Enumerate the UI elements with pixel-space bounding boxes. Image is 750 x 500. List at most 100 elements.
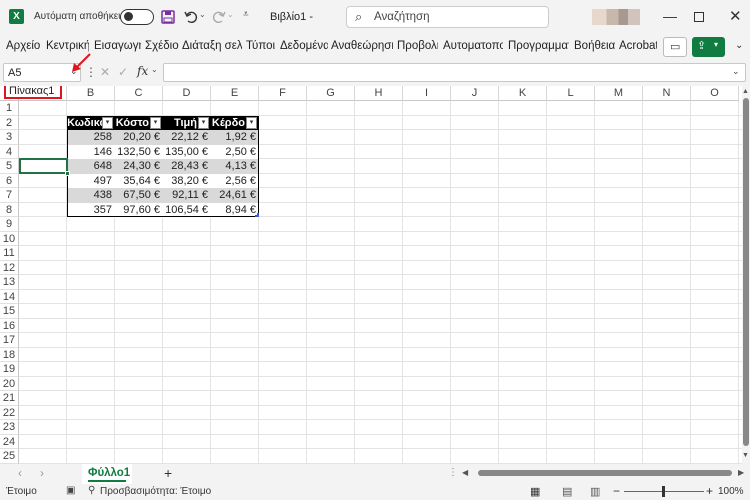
column-header-d[interactable]: D <box>163 86 211 101</box>
accessibility-icon[interactable]: ⚲ <box>88 485 95 496</box>
zoom-slider[interactable] <box>624 486 704 497</box>
row-header-21[interactable]: 21 <box>0 391 19 406</box>
table-cell[interactable]: 4,13 € <box>211 159 259 174</box>
row-header-2[interactable]: 2 <box>0 115 19 130</box>
row-header-5[interactable]: 5 <box>0 159 19 174</box>
comments-button[interactable]: ▭ <box>663 37 687 57</box>
tab-developer[interactable]: Προγραμματ <box>508 40 569 52</box>
table-cell[interactable]: 2,56 € <box>211 173 259 189</box>
column-header-n[interactable]: N <box>643 86 691 101</box>
avatar[interactable] <box>592 9 640 25</box>
tab-split-handle[interactable]: ⋮ <box>448 467 458 478</box>
normal-view-icon[interactable]: ▦ <box>530 485 540 498</box>
table-cell[interactable]: 35,64 € <box>115 173 163 189</box>
redo-dropdown-icon[interactable]: ⌄ <box>227 10 234 19</box>
sheet-tab-active[interactable]: Φύλλο1 <box>82 464 132 484</box>
filter-dropdown-icon[interactable]: ▾ <box>150 116 161 129</box>
undo-dropdown-icon[interactable]: ⌄ <box>199 10 206 19</box>
vertical-scroll-thumb[interactable] <box>743 98 749 446</box>
row-header-20[interactable]: 20 <box>0 376 19 391</box>
table-cell[interactable]: 8,94 € <box>211 202 259 218</box>
row-header-1[interactable]: 1 <box>0 101 19 116</box>
table-cell[interactable]: 497 <box>67 173 115 189</box>
hscroll-right-icon[interactable]: ▶ <box>738 468 744 477</box>
fx-dropdown-icon[interactable]: ⌄ <box>151 65 158 74</box>
table-cell[interactable]: 97,60 € <box>115 202 163 218</box>
cancel-icon[interactable]: ✕ <box>100 65 110 79</box>
filter-dropdown-icon[interactable]: ▾ <box>246 116 257 129</box>
column-header-o[interactable]: O <box>691 86 739 101</box>
formula-expand-icon[interactable]: ⌄ <box>732 66 740 77</box>
zoom-in-icon[interactable]: + <box>706 484 713 498</box>
search-box[interactable]: ⌕ Αναζήτηση <box>346 6 549 28</box>
save-icon[interactable] <box>160 9 175 24</box>
row-header-4[interactable]: 4 <box>0 144 19 159</box>
tab-insert[interactable]: Εισαγωγή <box>94 40 141 52</box>
tab-review[interactable]: Αναθεώρηση <box>331 40 393 52</box>
tab-home[interactable]: Κεντρική <box>46 40 89 52</box>
table-cell[interactable]: 20,20 € <box>115 130 163 145</box>
row-header-14[interactable]: 14 <box>0 289 19 304</box>
column-header-j[interactable]: J <box>451 86 499 101</box>
tab-automate[interactable]: Αυτοματοποι <box>443 40 503 52</box>
tab-data[interactable]: Δεδομένα <box>280 40 328 52</box>
undo-icon[interactable] <box>183 9 198 24</box>
row-header-22[interactable]: 22 <box>0 405 19 420</box>
table-cell[interactable]: 24,30 € <box>115 159 163 174</box>
tab-view[interactable]: Προβολή <box>397 40 438 52</box>
autosave-toggle[interactable] <box>120 9 154 25</box>
column-header-c[interactable]: C <box>115 86 163 101</box>
row-header-15[interactable]: 15 <box>0 304 19 319</box>
row-header-23[interactable]: 23 <box>0 420 19 435</box>
table-cell[interactable]: 22,12 € <box>163 130 211 145</box>
table-cell[interactable]: 67,50 € <box>115 188 163 203</box>
row-header-18[interactable]: 18 <box>0 347 19 362</box>
row-header-19[interactable]: 19 <box>0 362 19 377</box>
table-cell[interactable]: 106,54 € <box>163 202 211 218</box>
table-cell[interactable]: 438 <box>67 188 115 203</box>
column-header-k[interactable]: K <box>499 86 547 101</box>
row-header-3[interactable]: 3 <box>0 130 19 145</box>
table-cell[interactable]: 146 <box>67 144 115 160</box>
table-cell[interactable]: 28,43 € <box>163 159 211 174</box>
column-header-e[interactable]: E <box>211 86 259 101</box>
tab-page-layout[interactable]: Διάταξη σελί <box>182 40 242 52</box>
tab-acrobat[interactable]: Acrobat <box>619 40 657 52</box>
tab-file[interactable]: Αρχείο <box>6 40 42 52</box>
hscroll-left-icon[interactable]: ◀ <box>462 468 468 477</box>
enter-icon[interactable]: ✓ <box>118 65 128 79</box>
zoom-out-icon[interactable]: − <box>613 484 620 498</box>
horizontal-scroll-thumb[interactable] <box>478 470 732 476</box>
row-header-10[interactable]: 10 <box>0 231 19 246</box>
column-header-f[interactable]: F <box>259 86 307 101</box>
zoom-level[interactable]: 100% <box>718 486 744 497</box>
macro-record-icon[interactable]: ▣ <box>66 485 75 496</box>
table-cell[interactable]: 357 <box>67 202 115 218</box>
column-header-l[interactable]: L <box>547 86 595 101</box>
filter-dropdown-icon[interactable]: ▾ <box>102 116 113 129</box>
active-cell[interactable] <box>19 158 70 176</box>
page-layout-view-icon[interactable]: ▤ <box>562 485 572 498</box>
add-sheet-button[interactable]: + <box>164 465 172 481</box>
scroll-down-icon[interactable]: ▼ <box>742 452 749 459</box>
minimize-icon[interactable]: — <box>663 8 677 24</box>
scroll-up-icon[interactable]: ▲ <box>742 88 749 95</box>
column-header-h[interactable]: H <box>355 86 403 101</box>
table-cell[interactable]: 132,50 € <box>115 144 163 160</box>
tab-formulas[interactable]: Τύποι <box>246 40 276 52</box>
column-header-i[interactable]: I <box>403 86 451 101</box>
row-header-24[interactable]: 24 <box>0 434 19 449</box>
page-break-view-icon[interactable]: ▥ <box>590 485 600 498</box>
accessibility-status[interactable]: Προσβασιμότητα: Έτοιμο <box>100 486 211 497</box>
row-header-16[interactable]: 16 <box>0 318 19 333</box>
table-cell[interactable]: 92,11 € <box>163 188 211 203</box>
tab-draw[interactable]: Σχέδιο <box>145 40 179 52</box>
column-header-b[interactable]: B <box>67 86 115 101</box>
row-header-7[interactable]: 7 <box>0 188 19 203</box>
filter-dropdown-icon[interactable]: ▾ <box>198 116 209 129</box>
row-header-17[interactable]: 17 <box>0 333 19 348</box>
table-cell[interactable]: 24,61 € <box>211 188 259 203</box>
redo-icon[interactable] <box>211 9 226 24</box>
column-header-g[interactable]: G <box>307 86 355 101</box>
insert-function-icon[interactable]: fx <box>137 64 148 78</box>
